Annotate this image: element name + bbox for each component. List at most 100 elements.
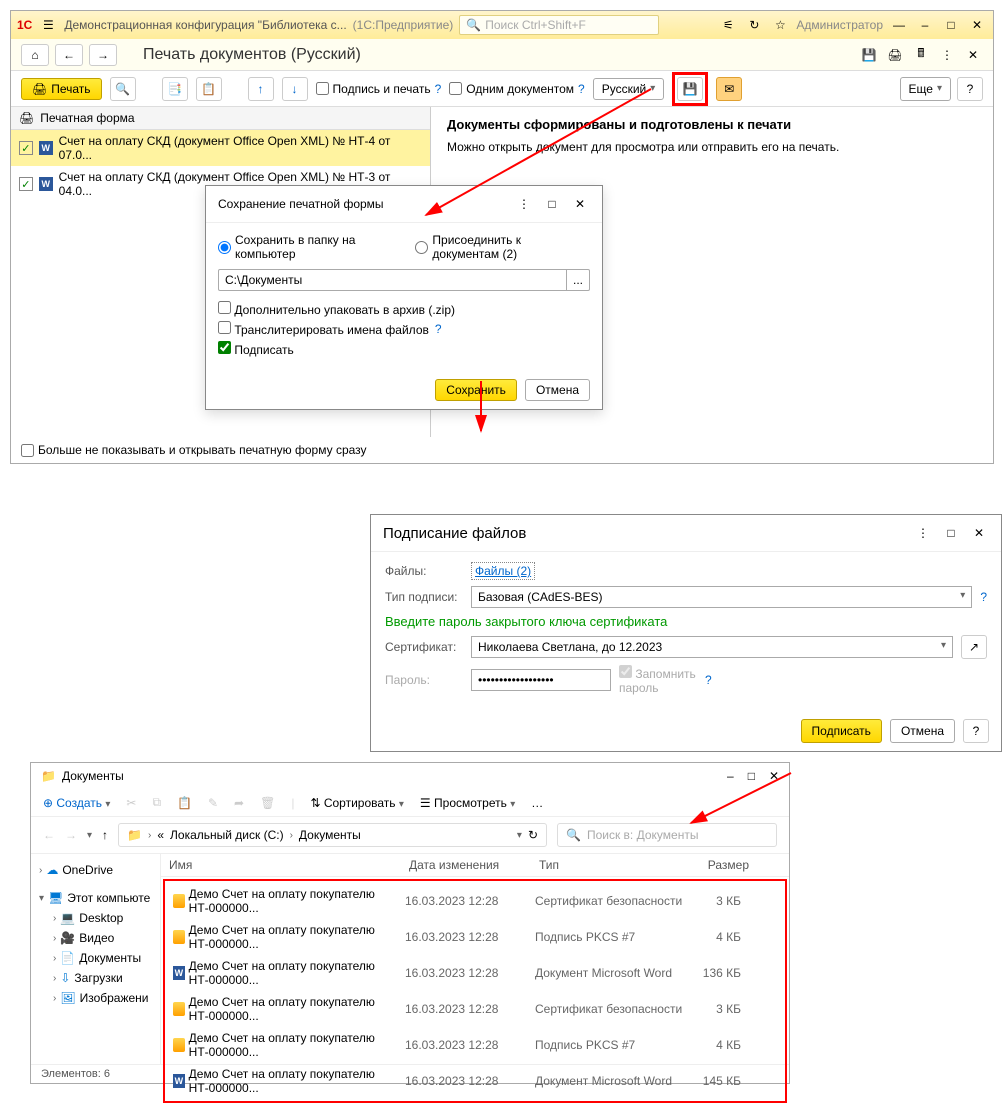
- close-icon[interactable]: ✕: [769, 769, 779, 783]
- more-dropdown[interactable]: Еще ▾: [900, 77, 951, 101]
- share-icon[interactable]: ➦: [234, 796, 244, 810]
- bell-icon[interactable]: ⚟: [718, 15, 738, 35]
- kebab-icon[interactable]: ⋮: [514, 194, 534, 214]
- language-dropdown[interactable]: Русский ▾: [593, 78, 665, 100]
- tree-docs[interactable]: › 📄 Документы: [35, 948, 156, 968]
- tree-video[interactable]: › 🎥 Видео: [35, 928, 156, 948]
- files-link[interactable]: Файлы (2): [471, 562, 535, 580]
- attach-to-docs-radio[interactable]: Присоединить к документам (2): [415, 233, 590, 261]
- kebab-icon[interactable]: ⋮: [937, 45, 957, 65]
- cert-dropdown[interactable]: Николаева Светлана, до 12.2023▾: [471, 636, 953, 658]
- maximize-icon[interactable]: □: [542, 194, 562, 214]
- translit-checkbox[interactable]: Транслитерировать имена файлов: [218, 321, 429, 337]
- minimize-icon[interactable]: –: [915, 15, 935, 35]
- save-to-folder-radio[interactable]: Сохранить в папку на компьютер: [218, 233, 399, 261]
- tree-onedrive[interactable]: › ☁ OneDrive: [35, 860, 156, 880]
- explorer-search-input[interactable]: 🔍 Поиск в: Документы: [557, 823, 777, 847]
- help-button[interactable]: ?: [957, 77, 983, 101]
- doc-row[interactable]: ✓ W Счет на оплату СКД (документ Office …: [11, 130, 430, 166]
- tree-images[interactable]: › 🖼 Изображени: [35, 988, 156, 1008]
- nav-forward-icon[interactable]: →: [65, 828, 77, 842]
- cancel-button[interactable]: Отмена: [890, 719, 955, 743]
- cut-icon[interactable]: ✂: [126, 796, 136, 810]
- copy-icon[interactable]: ⧉: [152, 795, 161, 810]
- overflow-icon[interactable]: …: [531, 796, 543, 810]
- forward-button[interactable]: →: [89, 44, 117, 66]
- create-button[interactable]: ⊕ Создать ▾: [43, 796, 110, 810]
- folder-tree[interactable]: › ☁ OneDrive ▾ 🖥 Этот компьюте › 💻 Deskt…: [31, 854, 161, 1064]
- cert-open-button[interactable]: ↗: [961, 635, 987, 659]
- sign-checkbox[interactable]: Подписать: [218, 341, 294, 357]
- up-button[interactable]: ↑: [248, 77, 274, 101]
- rename-icon[interactable]: ✎: [208, 796, 218, 810]
- help-icon[interactable]: ?: [435, 322, 442, 336]
- sign-print-checkbox[interactable]: Подпись и печать ?: [316, 82, 442, 96]
- tree-downloads[interactable]: › ⇩ Загрузки: [35, 968, 156, 988]
- tree-desktop[interactable]: › 💻 Desktop: [35, 908, 156, 928]
- password-input[interactable]: [471, 669, 611, 691]
- help-icon[interactable]: ?: [435, 82, 442, 96]
- print-preview-icon[interactable]: 🖨: [885, 45, 905, 65]
- down-button[interactable]: ↓: [282, 77, 308, 101]
- help-button[interactable]: ?: [963, 719, 989, 743]
- remember-checkbox[interactable]: Запомнить пароль: [619, 665, 697, 695]
- help-icon[interactable]: ?: [578, 82, 585, 96]
- preview-button[interactable]: 🔍: [110, 77, 136, 101]
- menu-icon[interactable]: ☰: [38, 15, 58, 35]
- sort-button[interactable]: ⇅ Сортировать ▾: [310, 796, 403, 810]
- zip-checkbox[interactable]: Дополнительно упаковать в архив (.zip): [218, 301, 455, 317]
- one-doc-checkbox[interactable]: Одним документом ?: [449, 82, 584, 96]
- nav-recent-icon[interactable]: ▾: [87, 830, 92, 841]
- file-row[interactable]: Демо Счет на оплату покупателю НТ-000000…: [167, 991, 783, 1027]
- file-row[interactable]: Демо Счет на оплату покупателю НТ-000000…: [167, 919, 783, 955]
- breadcrumb[interactable]: 📁 › « Локальный диск (C:) › Документы ▾ …: [118, 823, 547, 847]
- file-header[interactable]: Имя Дата изменения Тип Размер: [161, 854, 789, 877]
- tab-close-icon[interactable]: ✕: [963, 45, 983, 65]
- copy-button[interactable]: 📋: [196, 77, 222, 101]
- user-menu-icon[interactable]: ―: [889, 15, 909, 35]
- help-icon[interactable]: ?: [705, 673, 712, 687]
- paste-icon[interactable]: 📋: [177, 796, 192, 810]
- save-confirm-button[interactable]: Сохранить: [435, 379, 517, 401]
- help-icon[interactable]: ?: [980, 590, 987, 604]
- maximize-icon[interactable]: □: [941, 523, 961, 543]
- view-button[interactable]: ☰ Просмотреть ▾: [420, 796, 515, 810]
- sign-button[interactable]: Подписать: [801, 719, 882, 743]
- dont-show-checkbox[interactable]: Больше не показывать и открывать печатну…: [21, 443, 367, 457]
- check-icon[interactable]: ✓: [19, 141, 33, 155]
- close-icon[interactable]: ✕: [967, 15, 987, 35]
- refresh-icon[interactable]: ↻: [528, 828, 538, 842]
- file-row[interactable]: Демо Счет на оплату покупателю НТ-000000…: [167, 883, 783, 919]
- close-icon[interactable]: ✕: [969, 523, 989, 543]
- history-icon[interactable]: ↻: [744, 15, 764, 35]
- save-layout-icon[interactable]: 💾: [859, 45, 879, 65]
- file-row[interactable]: W Демо Счет на оплату покупателю НТ-0000…: [167, 1063, 783, 1099]
- back-button[interactable]: ←: [55, 44, 83, 66]
- global-search-input[interactable]: 🔍 Поиск Ctrl+Shift+F: [459, 15, 659, 35]
- file-row[interactable]: Демо Счет на оплату покупателю НТ-000000…: [167, 1027, 783, 1063]
- delete-icon[interactable]: 🗑: [260, 796, 275, 810]
- tree-thispc[interactable]: ▾ 🖥 Этот компьюте: [35, 888, 156, 908]
- home-button[interactable]: ⌂: [21, 44, 49, 66]
- email-button[interactable]: ✉: [716, 77, 742, 101]
- sig-type-dropdown[interactable]: Базовая (CAdES-BES)▾: [471, 586, 972, 608]
- minimize-icon[interactable]: –: [727, 769, 734, 783]
- path-input[interactable]: [218, 269, 567, 291]
- kebab-icon[interactable]: ⋮: [913, 523, 933, 543]
- print-button[interactable]: 🖨 Печать: [21, 78, 102, 100]
- maximize-icon[interactable]: □: [748, 769, 755, 783]
- save-button[interactable]: 💾: [677, 77, 703, 101]
- calc-icon[interactable]: 🖩: [911, 45, 931, 65]
- copies-button[interactable]: 📑: [162, 77, 188, 101]
- browse-button[interactable]: ...: [567, 269, 590, 291]
- maximize-icon[interactable]: □: [941, 15, 961, 35]
- check-icon[interactable]: ✓: [19, 177, 33, 191]
- nav-back-icon[interactable]: ←: [43, 828, 55, 842]
- nav-up-icon[interactable]: ↑: [102, 828, 108, 842]
- cancel-button[interactable]: Отмена: [525, 379, 590, 401]
- user-label[interactable]: Администратор: [796, 18, 883, 32]
- file-row[interactable]: W Демо Счет на оплату покупателю НТ-0000…: [167, 955, 783, 991]
- close-icon[interactable]: ✕: [570, 194, 590, 214]
- app-title: Демонстрационная конфигурация "Библиотек…: [64, 18, 346, 32]
- star-icon[interactable]: ☆: [770, 15, 790, 35]
